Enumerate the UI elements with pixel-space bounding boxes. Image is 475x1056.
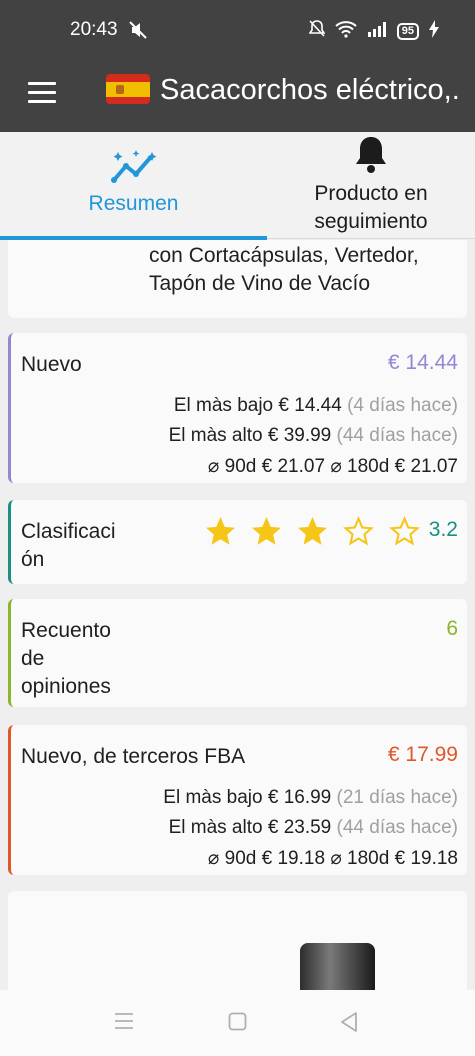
fba-price-label: Nuevo, de terceros FBA — [21, 745, 246, 768]
highest-price-row: El màs alto € 39.99 (44 días hace) — [168, 425, 458, 446]
bell-icon — [353, 134, 389, 179]
product-image — [300, 943, 375, 990]
wifi-icon — [335, 20, 357, 43]
fba-highest-price-row: El màs alto € 23.59 (44 días hace) — [168, 817, 458, 838]
rating-card[interactable]: Clasificaci ón 3.2 — [8, 500, 467, 584]
product-description-card: con Cortacápsulas, Vertedor, Tapón de Vi… — [8, 240, 467, 318]
trend-chart-icon — [110, 148, 158, 191]
spain-flag-icon — [106, 74, 150, 104]
summary-content[interactable]: con Cortacápsulas, Vertedor, Tapón de Vi… — [0, 240, 475, 990]
rating-label-line2: ón — [21, 548, 45, 571]
star-icon — [298, 516, 327, 545]
star-outline-icon — [343, 516, 374, 546]
rating-value: 3.2 — [428, 518, 458, 541]
tab-label-line2: seguimiento — [314, 210, 428, 233]
status-bar: 20:43 95 — [0, 0, 475, 60]
rating-stars — [205, 516, 420, 547]
review-count-card[interactable]: Recuento de opiniones 6 — [8, 599, 467, 707]
new-price-card[interactable]: Nuevo € 14.44 El màs bajo € 14.44 (4 día… — [8, 333, 467, 483]
status-time: 20:43 — [70, 19, 118, 40]
signal-icon — [367, 21, 387, 42]
star-icon — [206, 516, 235, 545]
fba-price-value: € 17.99 — [387, 743, 458, 766]
tab-producto-en-seguimiento[interactable]: Producto en seguimiento — [267, 132, 475, 239]
rating-label-line1: Clasificaci — [21, 520, 116, 543]
home-icon[interactable] — [228, 1012, 247, 1036]
star-outline-icon — [389, 516, 420, 546]
fba-average-price-row: ⌀ 90d € 19.18 ⌀ 180d € 19.18 — [207, 848, 458, 869]
review-label-line2: de — [21, 647, 45, 670]
hamburger-menu-icon[interactable] — [28, 82, 56, 108]
fba-price-card[interactable]: Nuevo, de terceros FBA € 17.99 El màs ba… — [8, 725, 467, 875]
tab-label-line1: Producto en — [314, 182, 428, 205]
app-bar: Sacacorchos eléctrico,. — [0, 60, 475, 132]
system-nav-bar — [0, 990, 475, 1056]
notifications-off-icon — [308, 20, 326, 43]
fba-lowest-price-row: El màs bajo € 16.99 (21 días hace) — [163, 787, 458, 808]
description-line2: Tapón de Vino de Vacío — [149, 272, 371, 295]
star-icon — [252, 516, 281, 545]
product-image-card[interactable] — [8, 891, 467, 990]
average-price-row: ⌀ 90d € 21.07 ⌀ 180d € 21.07 — [207, 456, 458, 477]
charging-icon — [429, 20, 439, 43]
tab-resumen[interactable]: Resumen — [0, 132, 267, 240]
tab-bar: Resumen Producto en seguimiento — [0, 132, 475, 240]
mute-icon — [128, 20, 148, 45]
new-price-value: € 14.44 — [387, 351, 458, 374]
tab-resumen-label: Resumen — [88, 192, 179, 215]
new-price-label: Nuevo — [21, 353, 82, 376]
back-icon[interactable] — [340, 1012, 358, 1037]
review-label-line1: Recuento — [21, 619, 111, 642]
battery-icon: 95 — [396, 23, 419, 40]
review-count-value: 6 — [446, 617, 458, 640]
review-label-line3: opiniones — [21, 675, 111, 698]
page-title: Sacacorchos eléctrico,. — [160, 74, 460, 106]
lowest-price-row: El màs bajo € 14.44 (4 días hace) — [173, 395, 458, 416]
recent-apps-icon[interactable] — [114, 1012, 134, 1035]
description-line1: con Cortacápsulas, Vertedor, — [149, 244, 419, 267]
